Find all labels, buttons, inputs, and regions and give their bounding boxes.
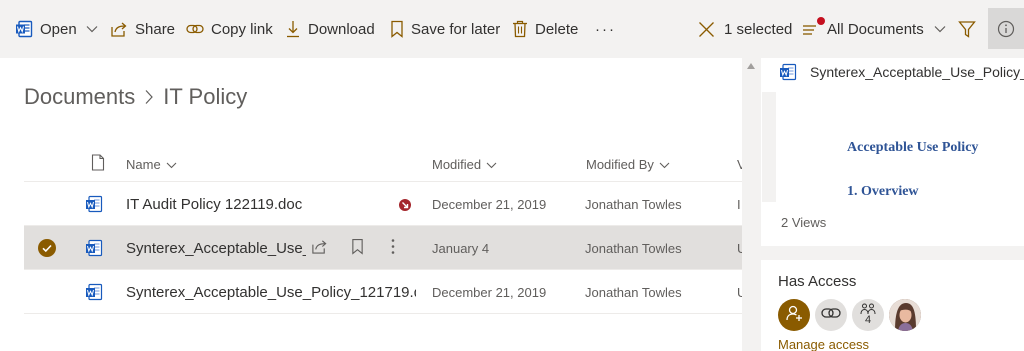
link-icon — [186, 20, 204, 38]
modified-by: Jonathan Towles — [585, 196, 682, 212]
more-vertical-icon[interactable] — [391, 238, 395, 260]
modified-column-header[interactable]: Modified — [432, 154, 497, 174]
sharing-link-avatar[interactable] — [815, 299, 847, 331]
word-document-icon — [85, 239, 103, 262]
chevron-right-icon — [144, 89, 154, 105]
modified-by: Jonathan Towles — [585, 284, 682, 300]
word-app-icon — [15, 20, 33, 38]
table-row[interactable]: Synterex_Acceptable_Use_... January 4 Jo… — [24, 226, 742, 270]
document-icon — [86, 154, 105, 174]
unsaved-view-dot — [817, 17, 825, 25]
selected-check-icon[interactable] — [38, 239, 56, 262]
word-document-icon — [85, 195, 103, 218]
clear-selection-button[interactable]: 1 selected — [698, 18, 792, 40]
view-switcher[interactable]: All Documents — [802, 17, 946, 40]
modified-by-header-label: Modified By — [586, 156, 654, 172]
download-label: Download — [308, 20, 375, 38]
trash-icon — [512, 20, 528, 38]
view-label: All Documents — [827, 20, 924, 38]
details-pane-toggle[interactable] — [988, 8, 1024, 49]
blocked-icon — [399, 198, 411, 216]
download-button[interactable]: Download — [285, 18, 375, 40]
breadcrumb-documents[interactable]: Documents — [24, 84, 135, 110]
group-members-avatar[interactable]: 4 — [852, 299, 884, 331]
manage-access-link[interactable]: Manage access — [778, 337, 869, 351]
bookmark-icon — [390, 20, 404, 38]
user-photo-avatar[interactable] — [889, 299, 921, 331]
list-scrollbar[interactable] — [742, 49, 761, 351]
modified-by: Jonathan Towles — [585, 240, 682, 256]
copy-link-label: Copy link — [211, 20, 273, 38]
name-column-header[interactable]: Name — [126, 154, 177, 174]
file-name[interactable]: Synterex_Acceptable_Use_Policy_121719.do… — [126, 270, 416, 314]
modified-date: December 21, 2019 — [432, 196, 547, 212]
download-icon — [285, 20, 301, 38]
add-person-avatar[interactable] — [778, 299, 810, 331]
modified-header-label: Modified — [432, 156, 482, 172]
save-for-later-label: Save for later — [411, 20, 501, 38]
modified-by-column-header[interactable]: Modified By — [586, 154, 670, 174]
group-count: 4 — [864, 314, 872, 326]
chevron-down-icon — [481, 157, 497, 172]
details-file-title: Synterex_Acceptable_Use_Policy_ — [810, 64, 1024, 80]
preview-section: 1. Overview — [847, 184, 919, 199]
people-group-icon — [860, 302, 876, 315]
chevron-down-icon — [654, 157, 670, 172]
more-label: ··· — [595, 20, 616, 38]
open-label: Open — [40, 20, 77, 38]
breadcrumb-current-folder: IT Policy — [163, 84, 248, 109]
copy-link-button[interactable]: Copy link — [186, 18, 273, 40]
user-photo — [889, 299, 921, 331]
name-header-label: Name — [126, 156, 161, 172]
more-commands-button[interactable]: ··· — [595, 18, 616, 40]
share-label: Share — [135, 20, 176, 38]
add-person-icon — [785, 304, 803, 327]
view-list-icon — [802, 17, 825, 38]
delete-label: Delete — [535, 20, 579, 38]
bookmark-icon[interactable] — [351, 238, 364, 260]
modified-date: December 21, 2019 — [432, 284, 547, 300]
chevron-down-icon — [161, 157, 177, 172]
preview-heading: Acceptable Use Policy — [847, 140, 979, 155]
modified-date: January 4 — [432, 240, 490, 256]
table-row[interactable]: IT Audit Policy 122119.doc December 21, … — [24, 182, 742, 226]
table-row[interactable]: Synterex_Acceptable_Use_Policy_121719.do… — [24, 270, 742, 314]
chevron-down-icon — [86, 25, 98, 33]
close-icon — [698, 21, 715, 38]
filter-button[interactable] — [958, 18, 976, 40]
has-access-heading: Has Access — [778, 273, 857, 290]
breadcrumb: Documents IT Policy — [24, 84, 247, 110]
share-icon — [110, 20, 128, 38]
word-document-icon — [85, 283, 103, 306]
file-type-column-header[interactable] — [86, 154, 105, 174]
file-name[interactable]: Synterex_Acceptable_Use_... — [126, 226, 306, 270]
share-button[interactable]: Share — [110, 18, 175, 40]
info-icon — [997, 20, 1015, 43]
save-for-later-button[interactable]: Save for later — [390, 18, 500, 40]
view-count: 2 Views — [781, 215, 827, 230]
chevron-down-icon — [934, 25, 946, 33]
selected-count-label: 1 selected — [724, 20, 793, 38]
link-icon — [821, 306, 841, 325]
scroll-up-arrow-icon[interactable] — [747, 56, 755, 74]
share-icon[interactable] — [311, 238, 328, 260]
open-button[interactable]: Open — [15, 18, 98, 40]
word-document-icon — [779, 63, 797, 86]
delete-button[interactable]: Delete — [512, 18, 578, 40]
filter-icon — [958, 20, 976, 38]
file-name[interactable]: IT Audit Policy 122119.doc — [126, 182, 386, 226]
